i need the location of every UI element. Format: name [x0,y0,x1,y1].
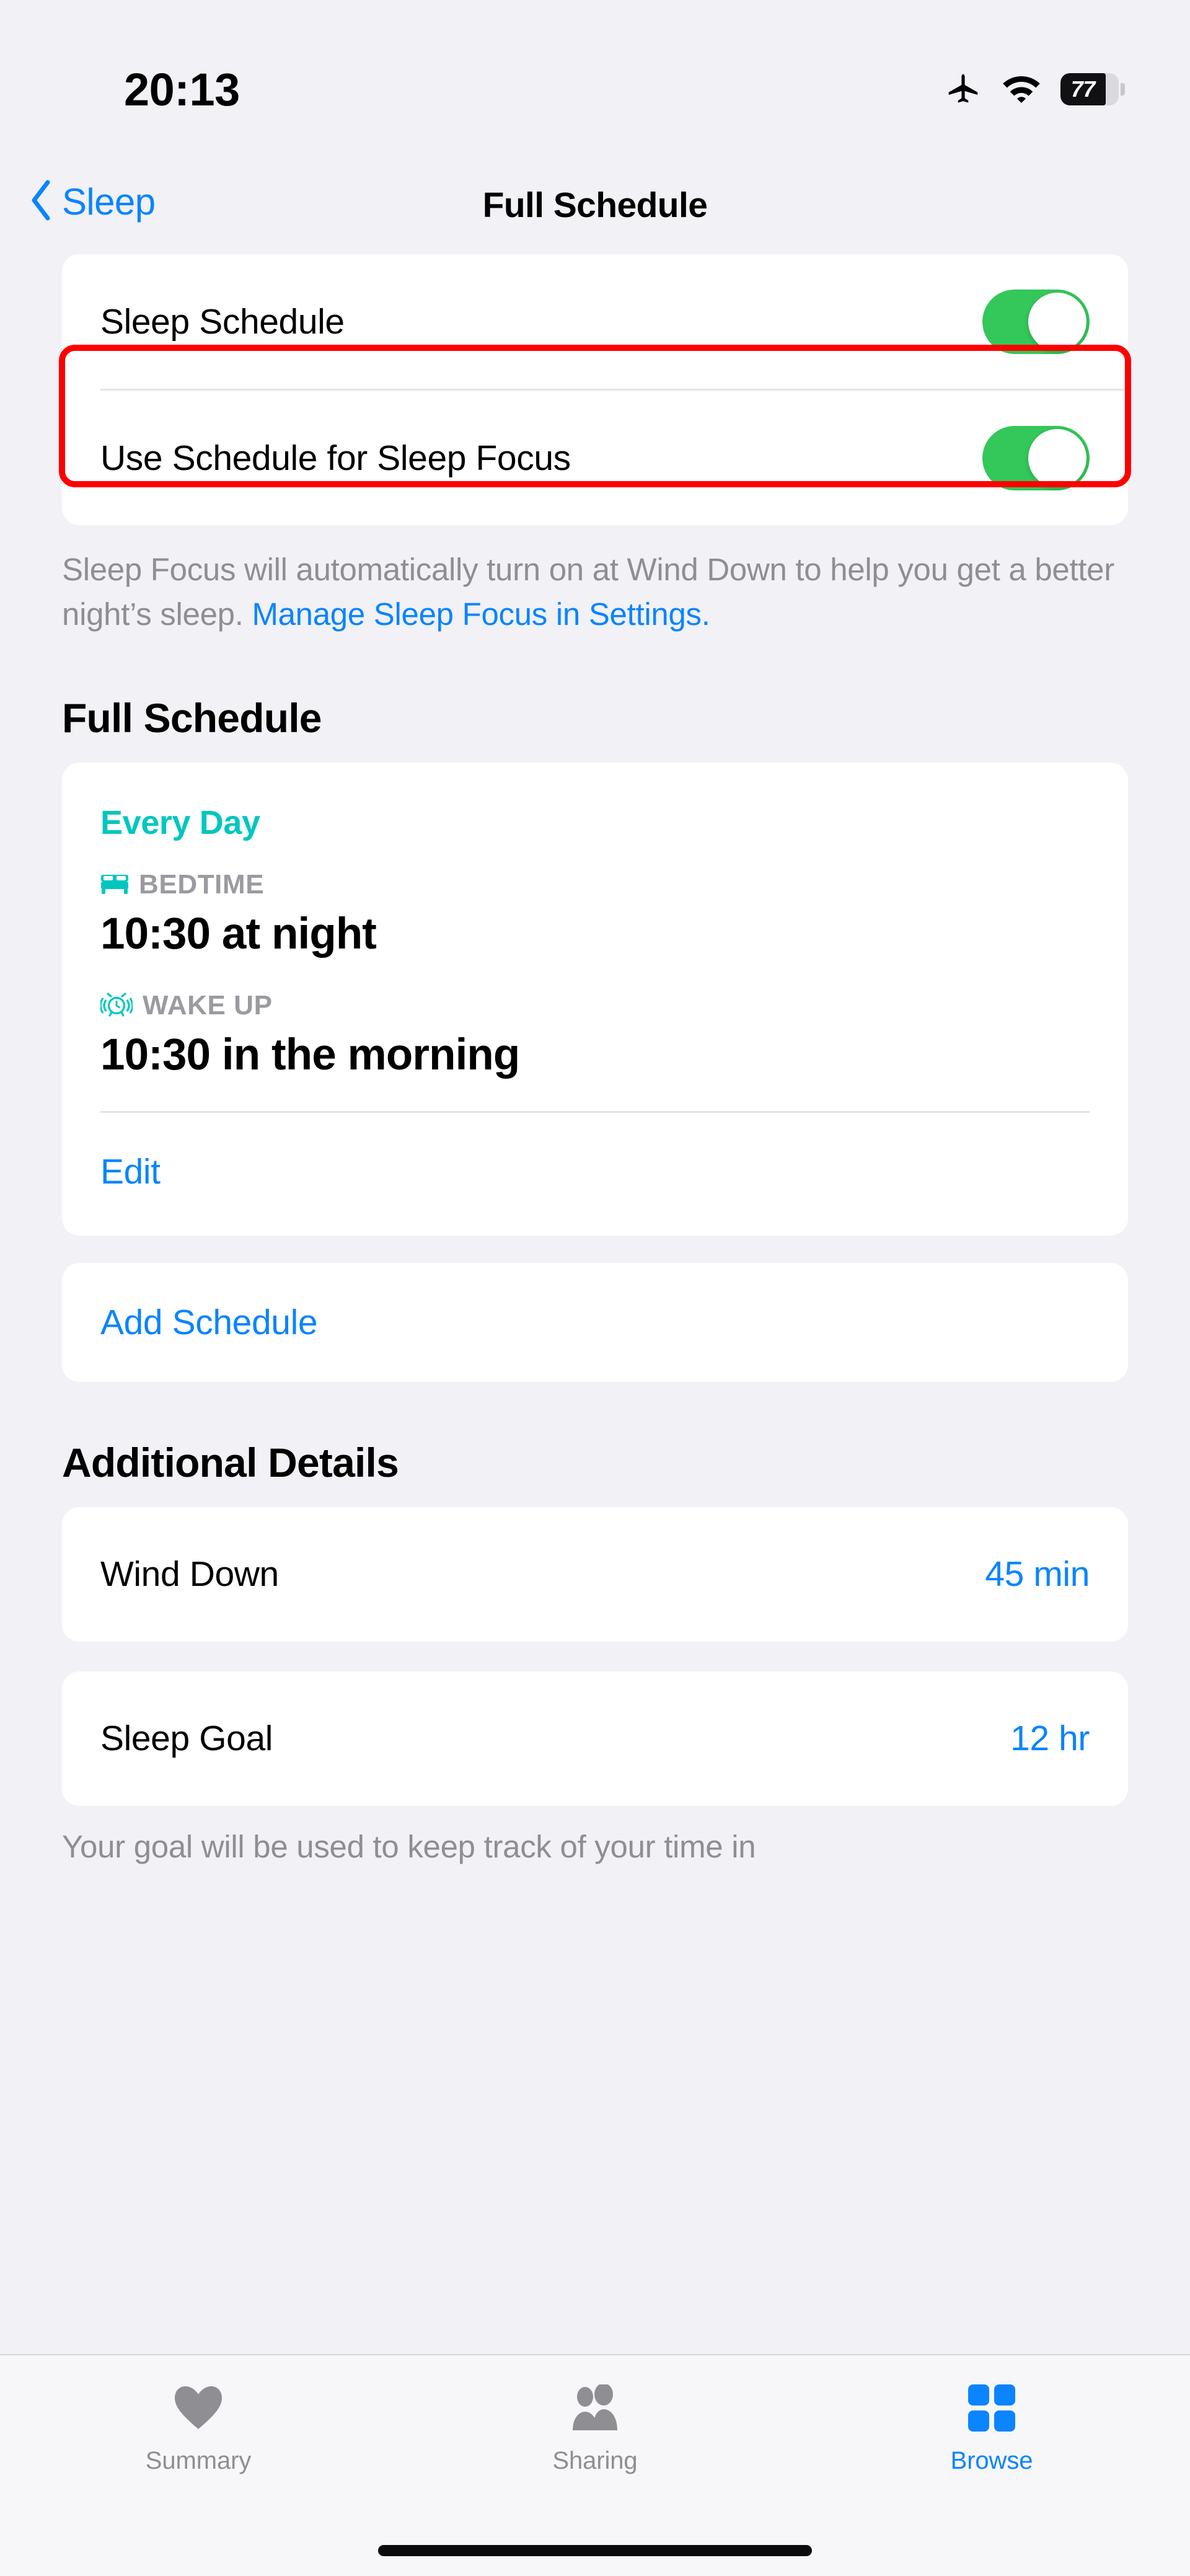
status-bar-icons: 77 [944,70,1125,108]
battery-cap [1121,83,1125,95]
grid-icon [967,2383,1016,2433]
tab-summary[interactable]: Summary [0,2383,397,2475]
tab-browse-label: Browse [951,2447,1033,2475]
sleep-settings-card: Sleep Schedule Use Schedule for Sleep Fo… [62,254,1128,525]
wakeup-value: 10:30 in the morning [100,1030,1090,1080]
alarm-clock-icon [100,990,133,1020]
wakeup-kicker: WAKE UP [100,990,1090,1021]
bed-icon [100,871,129,898]
sleep-goal-footer-note: Your goal will be used to keep track of … [62,1825,1128,1869]
wind-down-value: 45 min [985,1554,1090,1595]
battery-icon: 77 [1060,73,1125,105]
row-sleep-schedule[interactable]: Sleep Schedule [62,254,1128,389]
add-schedule-card[interactable]: Add Schedule [62,1263,1128,1382]
tab-sharing[interactable]: Sharing [397,2383,793,2475]
toggle-knob [1028,429,1086,487]
row-use-schedule-for-sleep-focus[interactable]: Use Schedule for Sleep Focus [62,391,1128,525]
schedule-day-label: Every Day [100,803,1090,842]
sleep-focus-footer-note: Sleep Focus will automatically turn on a… [62,547,1128,637]
bedtime-value: 10:30 at night [100,909,1090,959]
heart-icon [174,2383,223,2433]
schedule-card: Every Day BEDTIME 10:30 at night [62,763,1128,1236]
edit-schedule-button[interactable]: Edit [100,1113,1090,1236]
card-gap [0,1642,1190,1671]
additional-details-section-title: Additional Details [62,1439,1128,1486]
manage-sleep-focus-link[interactable]: Manage Sleep Focus in Settings. [252,596,710,632]
wifi-icon [1001,74,1042,105]
wind-down-label: Wind Down [100,1554,279,1595]
use-schedule-focus-toggle[interactable] [982,426,1090,490]
tab-summary-label: Summary [146,2447,251,2475]
row-wind-down[interactable]: Wind Down 45 min [62,1507,1128,1642]
full-schedule-section-title: Full Schedule [62,694,1128,741]
toggle-knob [1028,293,1086,351]
tab-sharing-label: Sharing [552,2447,637,2475]
add-schedule-label: Add Schedule [100,1302,317,1343]
wind-down-card[interactable]: Wind Down 45 min [62,1507,1128,1642]
tab-bar: Summary Sharing [0,2354,1190,2576]
navigation-bar: Sleep Full Schedule [0,155,1190,254]
sleep-schedule-label: Sleep Schedule [100,301,345,342]
airplane-mode-icon [944,70,982,108]
page-title: Full Schedule [0,185,1190,226]
use-schedule-focus-label: Use Schedule for Sleep Focus [100,438,571,479]
tab-browse[interactable]: Browse [793,2383,1190,2475]
home-indicator[interactable] [378,2545,812,2556]
wakeup-kicker-label: WAKE UP [143,990,273,1021]
battery-percent-label: 77 [1060,73,1106,105]
scroll-content[interactable]: Sleep Schedule Use Schedule for Sleep Fo… [0,254,1190,2322]
bedtime-kicker: BEDTIME [100,869,1090,900]
sleep-schedule-toggle[interactable] [982,290,1090,354]
status-bar: 20:13 77 [0,0,1190,155]
bedtime-kicker-label: BEDTIME [139,869,264,900]
row-sleep-goal[interactable]: Sleep Goal 12 hr [62,1671,1128,1806]
status-bar-clock: 20:13 [124,63,240,116]
phone-screen: 20:13 77 [0,0,1190,2576]
sleep-goal-value: 12 hr [1010,1718,1090,1759]
sleep-goal-card[interactable]: Sleep Goal 12 hr [62,1671,1128,1806]
people-icon [568,2383,622,2433]
sleep-goal-label: Sleep Goal [100,1718,273,1759]
